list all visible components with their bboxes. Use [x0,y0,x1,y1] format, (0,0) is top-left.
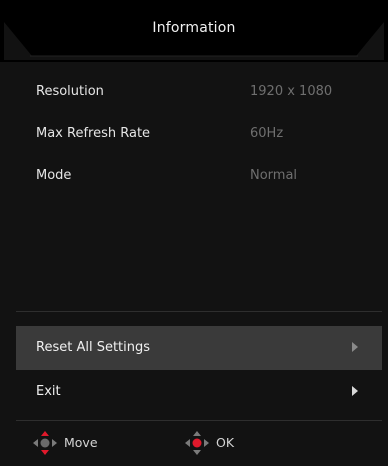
reset-all-settings-button[interactable]: Reset All Settings [16,326,382,370]
exit-button[interactable]: Exit [16,370,382,414]
info-row-resolution: Resolution 1920 x 1080 [0,84,388,108]
joystick-move-icon [33,431,57,455]
info-value: Normal [250,168,298,183]
info-label: Mode [36,168,72,183]
osd-window: Information Resolution 1920 x 1080 Max R… [0,0,388,466]
chevron-right-icon [352,342,358,352]
page-title: Information [152,20,236,36]
header-bar: Information [0,0,388,62]
info-row-max-refresh-rate: Max Refresh Rate 60Hz [0,126,388,150]
chevron-right-icon [352,386,358,396]
info-value: 1920 x 1080 [250,84,333,99]
joystick-press-icon [185,431,209,455]
footer-hints: Move OK [0,420,388,466]
info-row-mode: Mode Normal [0,168,388,192]
divider [16,420,382,421]
info-label: Resolution [36,84,104,99]
menu-item-label: Exit [36,384,61,399]
menu-item-label: Reset All Settings [36,340,151,355]
ok-hint-label: OK [216,435,235,450]
divider [16,311,382,312]
move-hint-label: Move [64,435,98,450]
info-value: 60Hz [250,126,284,141]
info-label: Max Refresh Rate [36,126,151,141]
